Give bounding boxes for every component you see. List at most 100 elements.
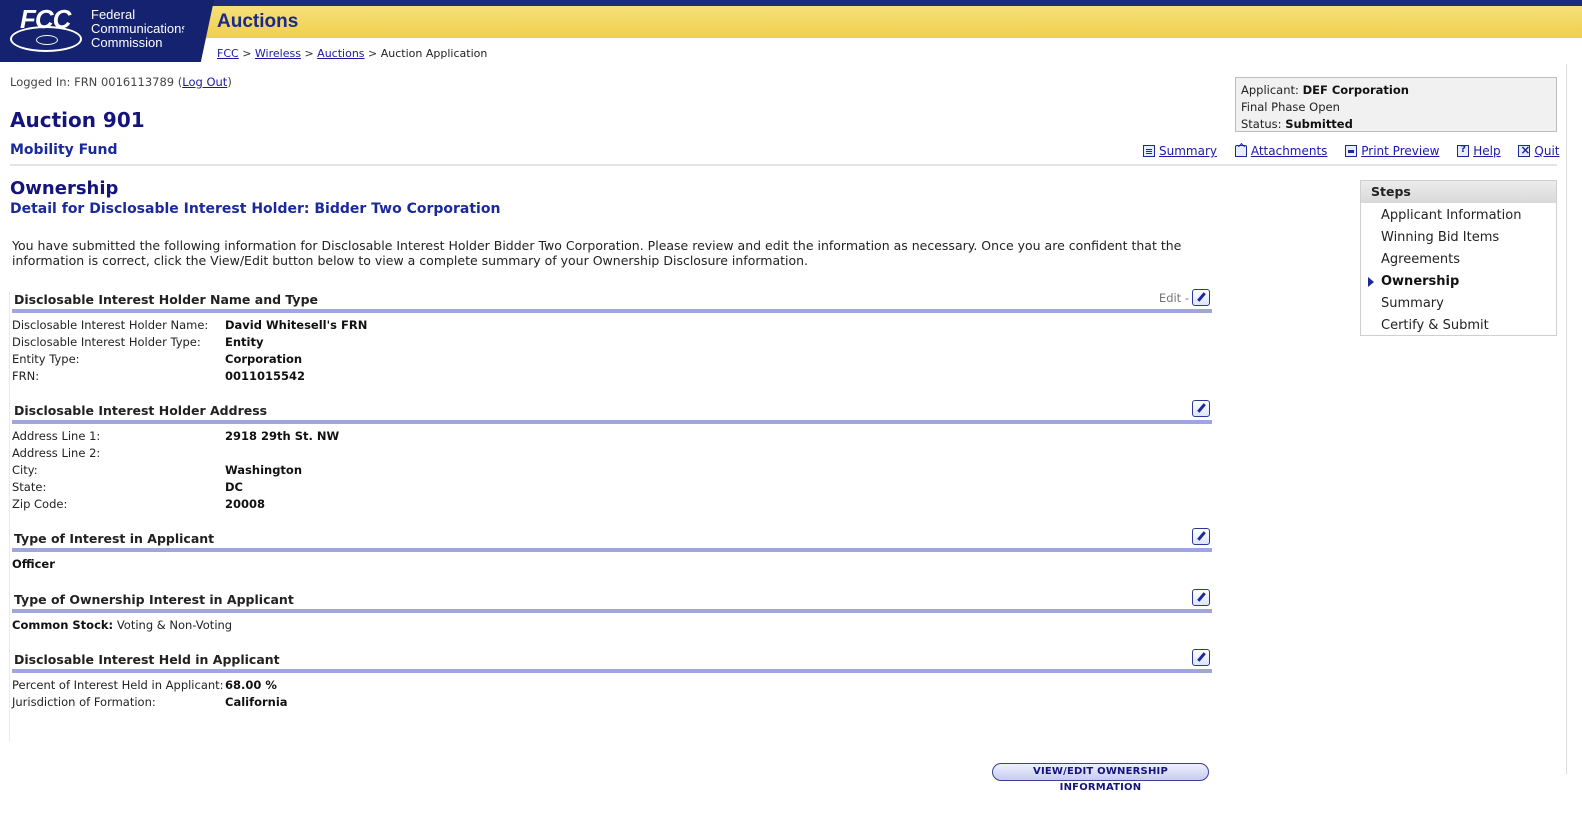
- section-header: Disclosable Interest Holder Name and Typ…: [12, 289, 1212, 313]
- toolbar-attachments[interactable]: Attachments: [1234, 144, 1328, 158]
- edit-area: [1192, 400, 1210, 417]
- help-link[interactable]: Help: [1473, 144, 1500, 158]
- field-label: Address Line 2:: [12, 446, 101, 460]
- edit-area: Edit -: [1159, 289, 1210, 306]
- step-winning-bid-items[interactable]: Winning Bid Items: [1361, 227, 1556, 249]
- page-title: Ownership: [10, 178, 119, 199]
- view-edit-ownership-button[interactable]: VIEW/EDIT OWNERSHIP INFORMATION: [992, 763, 1209, 793]
- field-row: Disclosable Interest Holder Type: Entity: [12, 334, 1212, 351]
- edit-icon[interactable]: [1192, 400, 1210, 417]
- field-value: Corporation: [225, 352, 303, 366]
- field-list: Address Line 1: 2918 29th St. NW Address …: [12, 424, 1212, 513]
- field-label: City:: [12, 463, 38, 477]
- edit-icon[interactable]: [1192, 589, 1210, 606]
- edit-icon[interactable]: [1192, 649, 1210, 666]
- step-ownership[interactable]: Ownership: [1361, 271, 1556, 293]
- field-row: Percent of Interest Held in Applicant: 68…: [12, 677, 1212, 694]
- field-label: Percent of Interest Held in Applicant:: [12, 678, 224, 692]
- phase-line: Final Phase Open: [1241, 100, 1340, 114]
- status-value: Submitted: [1285, 117, 1353, 131]
- field-list: Disclosable Interest Holder Name: David W…: [12, 313, 1212, 385]
- page-toolbar: Summary Attachments Print Preview Help Q…: [1143, 143, 1560, 160]
- breadcrumb: FCC > Wireless > Auctions > Auction Appl…: [217, 47, 487, 60]
- app-title: Auctions: [217, 11, 299, 32]
- field-value: 0011015542: [225, 369, 306, 383]
- step-certify-submit[interactable]: Certify & Submit: [1361, 315, 1556, 337]
- edit-icon[interactable]: [1192, 528, 1210, 545]
- field-label: State:: [12, 480, 47, 494]
- step-agreements[interactable]: Agreements: [1361, 249, 1556, 271]
- field-row: City: Washington: [12, 462, 1212, 479]
- fcc-logo[interactable]: FCC Federal Communications Commission: [0, 0, 200, 62]
- logo-line-1: Federal: [91, 7, 136, 22]
- section-address: Disclosable Interest Holder Address Addr…: [12, 400, 1212, 513]
- status-line: Status: Submitted: [1241, 116, 1551, 133]
- print-icon: [1345, 145, 1358, 157]
- breadcrumb-auctions[interactable]: Auctions: [317, 47, 364, 60]
- breadcrumb-sep: >: [304, 47, 314, 60]
- title-divider: [10, 164, 1557, 166]
- section-interest-type: Type of Interest in Applicant Officer: [12, 528, 1212, 573]
- quit-link[interactable]: Quit: [1534, 144, 1559, 158]
- logo-line-3: Commission: [91, 35, 163, 50]
- right-border: [1566, 64, 1567, 774]
- ownership-type-value: Common Stock: Voting & Non-Voting: [12, 613, 1212, 634]
- step-applicant-information[interactable]: Applicant Information: [1361, 205, 1556, 227]
- applicant-value: DEF Corporation: [1302, 83, 1409, 97]
- auction-subtitle: Mobility Fund: [10, 142, 118, 158]
- field-label: FRN:: [12, 369, 40, 383]
- step-arrow-icon: [1368, 277, 1374, 287]
- field-value: Entity: [225, 335, 264, 349]
- breadcrumb-sep: >: [242, 47, 252, 60]
- breadcrumb-wireless[interactable]: Wireless: [255, 47, 301, 60]
- login-status: Logged In: FRN 0016113789 (Log Out): [10, 75, 232, 89]
- section-title: Disclosable Interest Holder Address: [14, 403, 268, 418]
- breadcrumb-fcc[interactable]: FCC: [217, 47, 239, 60]
- login-status-prefix: Logged In: FRN 0016113789 (: [10, 75, 183, 89]
- section-name-type: Disclosable Interest Holder Name and Typ…: [12, 289, 1212, 385]
- field-row: State: DC: [12, 479, 1212, 496]
- attachments-link[interactable]: Attachments: [1251, 144, 1328, 158]
- toolbar-help[interactable]: Help: [1457, 144, 1501, 158]
- field-row: FRN: 0011015542: [12, 368, 1212, 385]
- logout-link[interactable]: Log Out: [182, 75, 227, 89]
- field-label: Common Stock:: [12, 618, 114, 632]
- field-label: Jurisdiction of Formation:: [12, 695, 156, 709]
- field-value: California: [225, 695, 288, 709]
- toolbar-print-preview[interactable]: Print Preview: [1345, 144, 1439, 158]
- intro-text: You have submitted the following informa…: [12, 238, 1182, 268]
- field-label: Disclosable Interest Holder Type:: [12, 335, 201, 349]
- section-title: Disclosable Interest Held in Applicant: [14, 652, 280, 667]
- section-header: Disclosable Interest Holder Address: [12, 400, 1212, 424]
- header-stripe: [0, 0, 1582, 6]
- section-title: Type of Ownership Interest in Applicant: [14, 592, 294, 607]
- summary-icon: [1143, 145, 1155, 157]
- summary-link[interactable]: Summary: [1159, 144, 1217, 158]
- field-value: Washington: [225, 463, 303, 477]
- edit-icon[interactable]: [1192, 289, 1210, 306]
- print-preview-link[interactable]: Print Preview: [1361, 144, 1439, 158]
- logo-agency-name: Federal Communications Commission: [91, 8, 188, 50]
- help-icon: [1457, 144, 1470, 157]
- steps-list: Applicant Information Winning Bid Items …: [1361, 203, 1556, 337]
- field-value: 68.00 %: [225, 678, 277, 692]
- breadcrumb-sep: >: [368, 47, 378, 60]
- steps-panel: Steps Applicant Information Winning Bid …: [1360, 180, 1557, 336]
- section-header: Disclosable Interest Held in Applicant: [12, 649, 1212, 673]
- field-value: 20008: [225, 497, 266, 511]
- section-interest-held: Disclosable Interest Held in Applicant P…: [12, 649, 1212, 711]
- section-title: Disclosable Interest Holder Name and Typ…: [14, 292, 319, 307]
- logo-line-2: Communications: [91, 21, 188, 36]
- header-band: [205, 6, 1582, 38]
- field-label: Address Line 1:: [12, 429, 101, 443]
- toolbar-summary[interactable]: Summary: [1143, 144, 1217, 158]
- quit-icon: [1518, 143, 1530, 157]
- interest-type-value: Officer: [12, 552, 1212, 573]
- section-header: Type of Interest in Applicant: [12, 528, 1212, 552]
- page-subtitle: Detail for Disclosable Interest Holder: …: [10, 201, 501, 217]
- field-row: Address Line 1: 2918 29th St. NW: [12, 428, 1212, 445]
- toolbar-quit[interactable]: Quit: [1518, 143, 1560, 158]
- field-label: Disclosable Interest Holder Name:: [12, 318, 209, 332]
- edit-area: [1192, 649, 1210, 666]
- step-summary[interactable]: Summary: [1361, 293, 1556, 315]
